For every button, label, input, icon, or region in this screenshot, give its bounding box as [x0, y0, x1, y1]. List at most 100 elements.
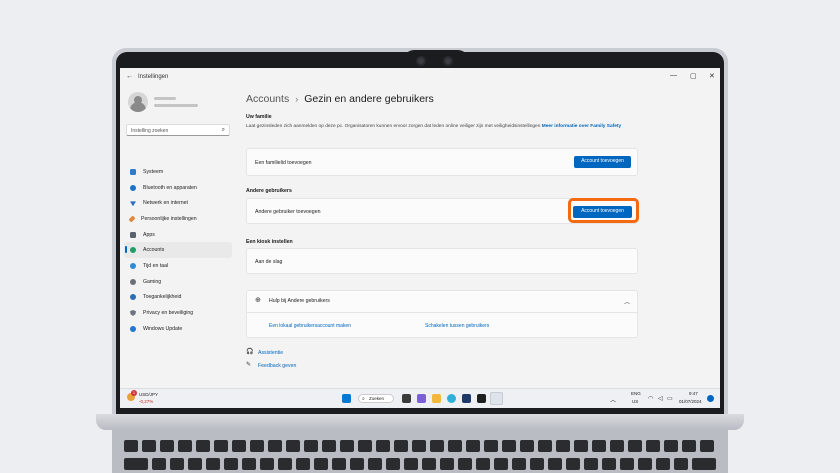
globe-icon: ⊕: [255, 297, 261, 304]
shield-icon: [130, 310, 136, 317]
help-card: ⊕ Hulp bij Andere gebruikers ︿ Een lokaa…: [246, 290, 638, 338]
sidebar-item-label: Persoonlijke instellingen: [141, 215, 197, 222]
network-icon: [130, 201, 136, 207]
ticker-change: -0,27%: [139, 399, 154, 404]
sidebar-item-bluetooth[interactable]: Bluetooth en apparaten: [124, 180, 232, 196]
camera-icon: [416, 56, 426, 66]
account-email-blurred: [154, 104, 198, 107]
divider: [247, 312, 637, 313]
start-icon[interactable]: [342, 394, 351, 403]
sidebar-item-label: Systeem: [143, 168, 164, 175]
sidebar-item-windows-update[interactable]: Windows Update: [124, 321, 232, 337]
language-bottom: US: [632, 399, 639, 404]
sidebar: Instelling zoeken ⌕ Systeem Bluetooth en…: [120, 86, 236, 386]
laptop-base: [96, 414, 744, 430]
sidebar-item-apps[interactable]: Apps: [124, 227, 232, 243]
sidebar-item-persoonlijk[interactable]: Persoonlijke instellingen: [124, 211, 232, 227]
taskbar-search[interactable]: ⌕ Zoeken: [358, 394, 394, 403]
page-title: Gezin en andere gebruikers: [304, 93, 434, 105]
family-heading: Uw familie: [246, 114, 272, 120]
sidebar-item-label: Privacy en beveiliging: [143, 310, 194, 317]
clock-date: 01/07/2024: [679, 399, 702, 404]
window-title: Instellingen: [138, 74, 169, 80]
feedback-link[interactable]: Feedback geven: [258, 363, 296, 369]
other-users-heading: Andere gebruikers: [246, 188, 292, 194]
store-icon[interactable]: [462, 394, 471, 403]
camera-notch: [404, 50, 468, 70]
search-icon: ⌕: [221, 127, 225, 133]
help-link-switch-users[interactable]: Schakelen tussen gebruikers: [425, 323, 489, 329]
accounts-icon: [130, 247, 136, 254]
sidebar-item-label: Windows Update: [143, 325, 183, 332]
update-icon: [130, 325, 136, 332]
add-family-account-button[interactable]: Account toevoegen: [574, 156, 631, 168]
family-description: Laat gezinsleden zich aanmelden op deze …: [246, 123, 638, 131]
sidebar-item-label: Bluetooth en apparaten: [143, 184, 197, 191]
notification-center-icon[interactable]: [707, 395, 714, 402]
breadcrumb-accounts[interactable]: Accounts: [246, 93, 289, 105]
gaming-icon: [130, 278, 136, 285]
edge-icon[interactable]: [447, 394, 456, 403]
family-safety-link[interactable]: Meer informatie over Family Safety: [542, 124, 621, 129]
sidebar-item-gaming[interactable]: Gaming: [124, 274, 232, 290]
sidebar-item-tijd-taal[interactable]: Tijd en taal: [124, 258, 232, 274]
search-icon: ⌕: [362, 396, 365, 402]
brush-icon: [128, 215, 136, 223]
breadcrumb: Accounts › Gezin en andere gebruikers: [246, 93, 434, 105]
ticker-name[interactable]: USD/JPY: [139, 392, 158, 397]
chevron-up-icon[interactable]: ︿: [610, 395, 616, 404]
clock-time[interactable]: 9:47: [689, 391, 698, 396]
breadcrumb-separator: ›: [295, 94, 299, 104]
account-name-blurred: [154, 97, 176, 100]
language-top[interactable]: ENG: [631, 391, 641, 396]
sidebar-item-label: Gaming: [143, 278, 162, 285]
sensor-icon: [443, 56, 453, 66]
sidebar-item-label: Toegankelijkheid: [143, 294, 182, 301]
avatar[interactable]: [128, 92, 148, 112]
add-family-label: Een familielid toevoegen: [255, 160, 312, 166]
sidebar-item-systeem[interactable]: Systeem: [124, 164, 232, 180]
sidebar-item-label: Apps: [143, 231, 155, 238]
search-input[interactable]: Instelling zoeken ⌕: [126, 124, 230, 136]
maximize-button[interactable]: ▢: [690, 72, 697, 80]
sidebar-item-privacy[interactable]: Privacy en beveiliging: [124, 305, 232, 321]
taskbar: 1 USD/JPY -0,27% ⌕ Zoeken ︿ ENG US ◠ ◁ ▭…: [120, 388, 720, 408]
file-explorer-icon[interactable]: [432, 394, 441, 403]
volume-icon[interactable]: ◁: [658, 395, 663, 402]
assist-link[interactable]: Assistentie: [258, 350, 283, 356]
feedback-icon: ✎: [246, 362, 252, 368]
battery-icon[interactable]: ▭: [667, 395, 673, 402]
system-icon: [130, 168, 136, 175]
assist-icon: 🎧: [246, 349, 254, 355]
task-view-icon[interactable]: [402, 394, 411, 403]
bluetooth-icon: [130, 184, 136, 191]
notification-badge: 1: [131, 390, 137, 396]
chevron-up-icon[interactable]: ︿: [624, 297, 630, 306]
time-language-icon: [130, 262, 136, 269]
back-button[interactable]: ←: [126, 73, 133, 80]
sidebar-item-toegankelijkheid[interactable]: Toegankelijkheid: [124, 290, 232, 306]
close-button[interactable]: ✕: [709, 72, 715, 80]
sidebar-item-accounts[interactable]: Accounts: [124, 242, 232, 259]
teams-icon[interactable]: [417, 394, 426, 403]
help-link-local-account[interactable]: Een lokaal gebruikersaccount maken: [269, 323, 351, 329]
terminal-icon[interactable]: [477, 394, 486, 403]
settings-gear-icon[interactable]: [490, 392, 503, 405]
minimize-button[interactable]: —: [670, 72, 677, 79]
taskbar-search-label: Zoeken: [369, 396, 385, 401]
title-bar: ← Instellingen — ▢ ✕: [120, 68, 720, 86]
accessibility-icon: [130, 294, 136, 301]
wifi-icon[interactable]: ◠: [648, 395, 653, 402]
kiosk-card[interactable]: Aan de slag: [246, 248, 638, 274]
sidebar-item-label: Netwerk en internet: [143, 200, 188, 207]
kiosk-heading: Een kiosk instellen: [246, 239, 293, 245]
apps-icon: [130, 231, 136, 238]
sidebar-item-label: Accounts: [143, 247, 165, 254]
search-placeholder: Instelling zoeken: [131, 128, 169, 134]
button-highlight-outline: [568, 198, 639, 223]
sidebar-item-netwerk[interactable]: Netwerk en internet: [124, 195, 232, 211]
add-other-user-label: Andere gebruiker toevoegen: [255, 209, 321, 215]
family-description-text: Laat gezinsleden zich aanmelden op deze …: [246, 124, 541, 129]
sidebar-item-label: Tijd en taal: [143, 262, 169, 269]
keyboard: [112, 430, 728, 473]
